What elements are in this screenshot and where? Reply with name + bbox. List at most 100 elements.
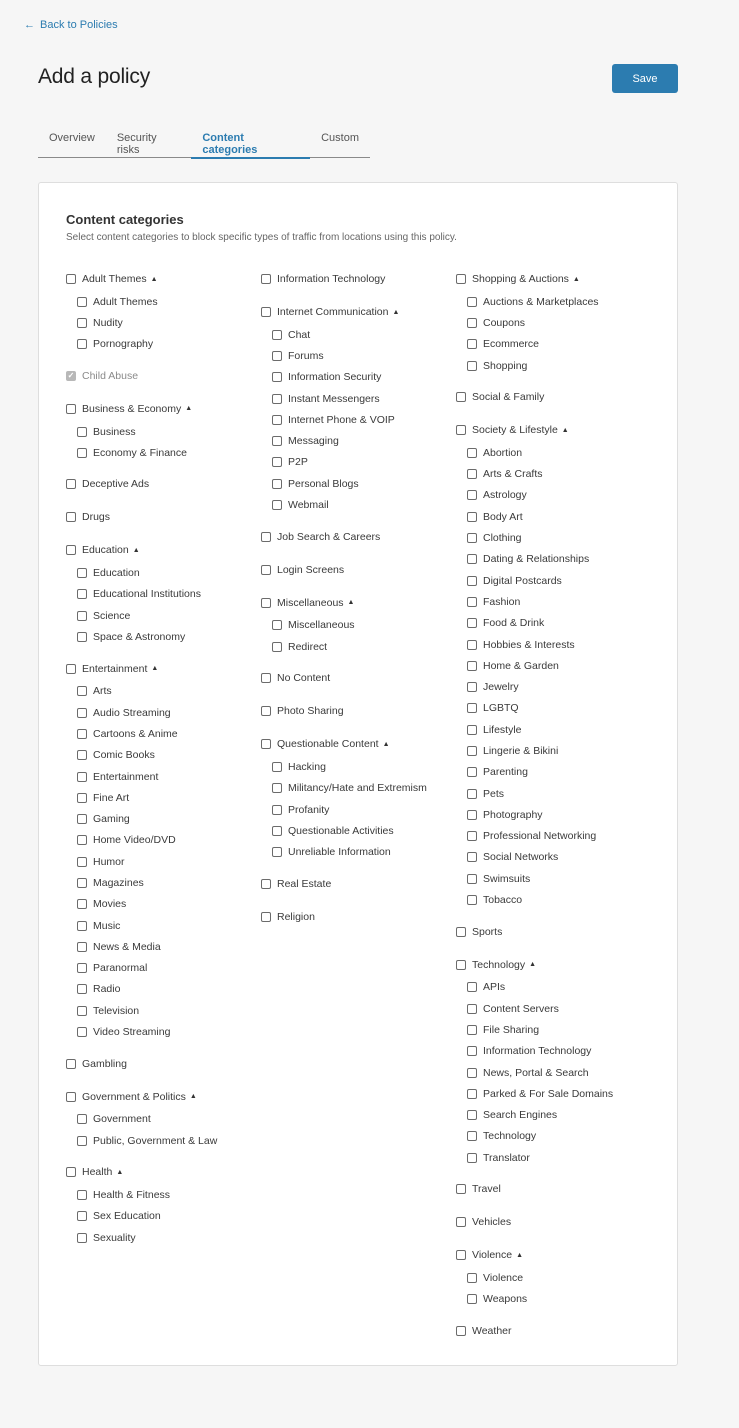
subcategory-checkbox-miscellaneous[interactable] — [272, 620, 282, 631]
subcategory-label[interactable]: Radio — [93, 983, 120, 995]
subcategory-checkbox-hacking[interactable] — [272, 761, 282, 772]
subcategory-label[interactable]: Unreliable Information — [288, 846, 391, 858]
category-checkbox-deceptive-ads[interactable] — [66, 479, 76, 490]
category-checkbox-social-and-family[interactable] — [456, 392, 466, 403]
subcategory-label[interactable]: Space & Astronomy — [93, 631, 185, 643]
category-checkbox-violence[interactable] — [456, 1250, 466, 1261]
subcategory-label[interactable]: Miscellaneous — [288, 619, 355, 631]
subcategory-label[interactable]: Auctions & Marketplaces — [483, 296, 599, 308]
subcategory-checkbox-pets[interactable] — [467, 788, 477, 799]
category-checkbox-religion[interactable] — [261, 911, 271, 922]
subcategory-label[interactable]: Public, Government & Law — [93, 1135, 217, 1147]
subcategory-checkbox-redirect[interactable] — [272, 641, 282, 652]
subcategory-checkbox-information-security[interactable] — [272, 372, 282, 383]
subcategory-checkbox-space-and-astronomy[interactable] — [77, 632, 87, 643]
subcategory-label[interactable]: Arts — [93, 685, 112, 697]
subcategory-checkbox-forums[interactable] — [272, 350, 282, 361]
category-checkbox-gambling[interactable] — [66, 1058, 76, 1069]
subcategory-checkbox-swimsuits[interactable] — [467, 873, 477, 884]
subcategory-checkbox-professional-networking[interactable] — [467, 831, 477, 842]
subcategory-checkbox-comic-books[interactable] — [77, 750, 87, 761]
category-label[interactable]: Job Search & Careers — [277, 531, 380, 543]
subcategory-label[interactable]: Clothing — [483, 532, 522, 544]
subcategory-checkbox-messaging[interactable] — [272, 436, 282, 447]
subcategory-checkbox-arts-and-crafts[interactable] — [467, 469, 477, 480]
subcategory-checkbox-ecommerce[interactable] — [467, 339, 477, 350]
subcategory-checkbox-fashion[interactable] — [467, 596, 477, 607]
subcategory-label[interactable]: P2P — [288, 456, 308, 468]
subcategory-checkbox-technology[interactable] — [467, 1131, 477, 1142]
subcategory-checkbox-audio-streaming[interactable] — [77, 707, 87, 718]
subcategory-label[interactable]: Business — [93, 426, 136, 438]
subcategory-label[interactable]: Movies — [93, 898, 126, 910]
subcategory-label[interactable]: Educational Institutions — [93, 588, 201, 600]
subcategory-label[interactable]: Health & Fitness — [93, 1189, 170, 1201]
category-label[interactable]: Weather — [472, 1325, 512, 1337]
subcategory-checkbox-parenting[interactable] — [467, 767, 477, 778]
subcategory-label[interactable]: Food & Drink — [483, 617, 544, 629]
category-checkbox-vehicles[interactable] — [456, 1217, 466, 1228]
subcategory-checkbox-educational-institutions[interactable] — [77, 589, 87, 600]
subcategory-label[interactable]: Paranormal — [93, 962, 147, 974]
category-checkbox-no-content[interactable] — [261, 673, 271, 684]
category-label[interactable]: Travel — [472, 1183, 501, 1195]
subcategory-label[interactable]: Forums — [288, 350, 324, 362]
category-label[interactable]: Deceptive Ads — [82, 478, 149, 490]
caret-up-icon[interactable]: ▲ — [185, 405, 192, 412]
subcategory-label[interactable]: Fashion — [483, 596, 520, 608]
subcategory-checkbox-weapons[interactable] — [467, 1294, 477, 1305]
subcategory-label[interactable]: Abortion — [483, 447, 522, 459]
subcategory-label[interactable]: Gaming — [93, 813, 130, 825]
subcategory-label[interactable]: Tobacco — [483, 894, 522, 906]
caret-up-icon[interactable]: ▲ — [133, 547, 140, 554]
subcategory-checkbox-militancy-hate-and-extremism[interactable] — [272, 783, 282, 794]
subcategory-label[interactable]: Professional Networking — [483, 830, 596, 842]
subcategory-checkbox-food-and-drink[interactable] — [467, 618, 477, 629]
subcategory-checkbox-astrology[interactable] — [467, 490, 477, 501]
subcategory-label[interactable]: Home Video/DVD — [93, 834, 176, 846]
subcategory-checkbox-chat[interactable] — [272, 329, 282, 340]
subcategory-label[interactable]: Photography — [483, 809, 543, 821]
subcategory-checkbox-education[interactable] — [77, 568, 87, 579]
subcategory-checkbox-body-art[interactable] — [467, 511, 477, 522]
category-label[interactable]: Social & Family — [472, 391, 544, 403]
subcategory-label[interactable]: Education — [93, 567, 140, 579]
subcategory-label[interactable]: Parked & For Sale Domains — [483, 1088, 613, 1100]
subcategory-checkbox-photography[interactable] — [467, 809, 477, 820]
caret-up-icon[interactable]: ▲ — [151, 276, 158, 283]
subcategory-checkbox-search-engines[interactable] — [467, 1110, 477, 1121]
subcategory-label[interactable]: Personal Blogs — [288, 478, 359, 490]
subcategory-checkbox-content-servers[interactable] — [467, 1003, 477, 1014]
subcategory-label[interactable]: Entertainment — [93, 771, 158, 783]
tab-content-categories[interactable]: Content categories — [191, 124, 310, 159]
category-checkbox-travel[interactable] — [456, 1184, 466, 1195]
subcategory-label[interactable]: Swimsuits — [483, 873, 530, 885]
subcategory-checkbox-movies[interactable] — [77, 899, 87, 910]
category-label[interactable]: Education — [82, 544, 129, 556]
caret-up-icon[interactable]: ▲ — [573, 276, 580, 283]
category-label[interactable]: Business & Economy — [82, 403, 181, 415]
subcategory-checkbox-humor[interactable] — [77, 856, 87, 867]
subcategory-checkbox-clothing[interactable] — [467, 533, 477, 544]
subcategory-checkbox-economy-and-finance[interactable] — [77, 447, 87, 458]
category-label[interactable]: Religion — [277, 911, 315, 923]
subcategory-checkbox-translator[interactable] — [467, 1152, 477, 1163]
subcategory-checkbox-paranormal[interactable] — [77, 963, 87, 974]
subcategory-label[interactable]: Digital Postcards — [483, 575, 562, 587]
subcategory-label[interactable]: News, Portal & Search — [483, 1067, 589, 1079]
subcategory-checkbox-magazines[interactable] — [77, 877, 87, 888]
subcategory-label[interactable]: Humor — [93, 856, 125, 868]
subcategory-checkbox-webmail[interactable] — [272, 500, 282, 511]
category-label[interactable]: Vehicles — [472, 1216, 511, 1228]
category-label[interactable]: Drugs — [82, 511, 110, 523]
subcategory-label[interactable]: Militancy/Hate and Extremism — [288, 782, 427, 794]
subcategory-label[interactable]: Jewelry — [483, 681, 519, 693]
subcategory-label[interactable]: Adult Themes — [93, 296, 158, 308]
subcategory-label[interactable]: Body Art — [483, 511, 523, 523]
category-label[interactable]: Violence — [472, 1249, 512, 1261]
caret-up-icon[interactable]: ▲ — [383, 741, 390, 748]
subcategory-label[interactable]: Audio Streaming — [93, 707, 171, 719]
caret-up-icon[interactable]: ▲ — [151, 665, 158, 672]
caret-up-icon[interactable]: ▲ — [190, 1093, 197, 1100]
subcategory-label[interactable]: Hobbies & Interests — [483, 639, 575, 651]
